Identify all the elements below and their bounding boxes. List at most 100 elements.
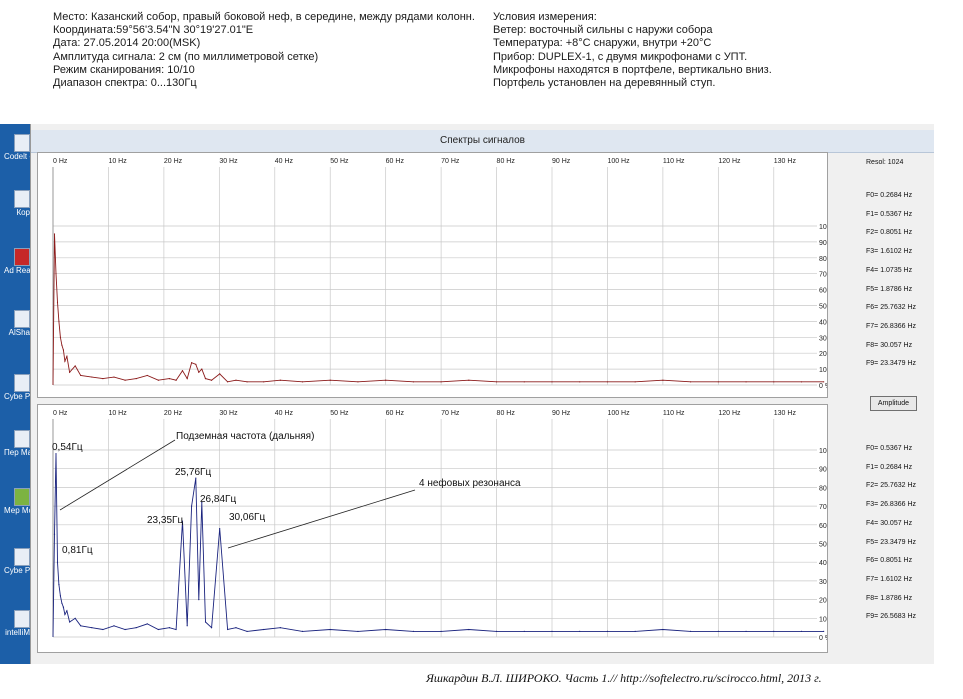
spectrum-point: [227, 628, 229, 631]
x-tick-label: 70 Hz: [441, 158, 460, 165]
spectrum-point: [219, 527, 221, 530]
spectrum-point: [579, 381, 581, 383]
spectrum-point: [606, 381, 609, 383]
y-tick-label: 50 %: [819, 304, 827, 311]
spectrum-point: [662, 379, 664, 381]
spectrum-point: [102, 378, 104, 380]
annotation-label: Подземная частота (дальняя): [176, 431, 315, 442]
annotation-label: 25,76Гц: [175, 467, 212, 478]
desktop-icon-app[interactable]: Мер Мос: [4, 488, 30, 515]
spectrum-point: [168, 378, 171, 380]
spectrum-point: [66, 610, 68, 612]
spectrum-point: [634, 381, 636, 383]
spectrum-point: [168, 627, 171, 629]
desktop-icon-pdf[interactable]: Ad Read: [4, 248, 30, 275]
recycle-bin-icon: [14, 190, 30, 208]
spectrum-point: [157, 628, 159, 631]
x-tick-label: 30 Hz: [219, 158, 238, 165]
x-tick-label: 110 Hz: [663, 410, 685, 417]
y-tick-label: 100 %: [819, 448, 827, 455]
spectrum-point: [59, 336, 62, 338]
desktop-icon-app[interactable]: AlSha: [4, 310, 30, 337]
application-icon: [14, 548, 30, 566]
desktop-icon-app[interactable]: intelliM: [4, 610, 30, 637]
spectrum-point: [186, 625, 188, 627]
spectrum-point: [198, 371, 200, 373]
spectrum-point: [210, 379, 213, 381]
condition-line: Портфель установлен на деревянный ступ.: [493, 77, 716, 90]
x-tick-label: 120 Hz: [718, 410, 741, 417]
spectrum-point: [66, 355, 68, 357]
x-tick-label: 70 Hz: [441, 410, 460, 417]
spectrum-point: [263, 628, 265, 631]
condition-line: Прибор: DUPLEX-1, с двумя микрофонами с …: [493, 50, 748, 63]
spectrum-point: [301, 630, 304, 632]
spectrum-point: [495, 630, 498, 632]
x-tick-label: 110 Hz: [663, 158, 685, 165]
spectrum-point: [146, 374, 148, 377]
spectrum-point: [80, 625, 82, 627]
x-tick-label: 40 Hz: [275, 410, 294, 417]
x-tick-label: 80 Hz: [497, 410, 516, 417]
spectrum-point: [74, 365, 76, 367]
info-line: Режим сканирования: 10/10: [53, 63, 195, 76]
spectrum-point: [385, 628, 387, 631]
spectrum-point: [634, 630, 636, 632]
x-tick-label: 20 Hz: [164, 158, 183, 165]
spectrum-point: [61, 344, 63, 346]
y-tick-label: 50 %: [819, 542, 827, 549]
peak-frequency: F8= 1.8786 Hz: [866, 594, 913, 602]
spectrum-point: [146, 623, 148, 625]
spectrum-point: [263, 381, 265, 383]
spectrum-point: [175, 628, 177, 631]
x-tick-label: 50 Hz: [330, 410, 349, 417]
spectrum-point: [219, 373, 221, 375]
annotation-label: 0,54Гц: [52, 442, 83, 453]
x-tick-label: 0 Hz: [53, 410, 68, 417]
spectrum-point: [191, 362, 193, 364]
spectrum-point: [745, 381, 747, 383]
spectrum-point: [235, 627, 237, 629]
x-tick-label: 10 Hz: [108, 410, 127, 417]
desktop-icon-app[interactable]: Cybe Power: [4, 374, 30, 401]
spectrum-point: [195, 363, 197, 365]
amplitude-button[interactable]: Amplitude: [870, 396, 917, 411]
x-tick-label: 60 Hz: [386, 158, 405, 165]
spectrum-point: [357, 381, 359, 383]
spectrum-point: [246, 630, 248, 632]
desktop-icon-app[interactable]: Cybe Power: [4, 548, 30, 575]
spectrum-point: [495, 381, 498, 383]
spectrum-point: [468, 628, 470, 631]
spectrum-point: [468, 379, 470, 381]
x-tick-label: 90 Hz: [552, 410, 571, 417]
spectrum-line: [52, 233, 824, 386]
spectrum-point: [800, 381, 803, 383]
y-tick-label: 60 %: [819, 523, 827, 530]
desktop-icon-document[interactable]: Codelt - Rp: [4, 134, 30, 161]
spectrum-point: [53, 533, 56, 535]
peak-frequency: F9= 23.3479 Hz: [866, 360, 917, 368]
spectrum-point: [823, 381, 825, 383]
y-tick-label: 30 %: [819, 579, 827, 586]
spectrum-point: [175, 379, 177, 381]
spectrum-point: [124, 628, 126, 631]
spectrum-point: [579, 630, 581, 632]
spectrum-point: [690, 630, 692, 632]
spectrum-point: [91, 627, 93, 629]
application-icon: [14, 310, 30, 328]
spectrum-point: [186, 378, 188, 380]
peak-frequency: F5= 23.3479 Hz: [866, 538, 917, 546]
spectrum-point: [204, 378, 207, 380]
spectrum-point: [279, 379, 281, 381]
spectrum-point: [64, 613, 66, 616]
spectrum-point: [773, 381, 775, 383]
spectrum-point: [201, 368, 203, 370]
footer-citation: Яшкардин В.Л. ШИРОКО. Часть 1.// http://…: [426, 671, 822, 685]
x-tick-label: 0 Hz: [53, 158, 68, 165]
spectrum-point: [102, 628, 104, 631]
spectrum-point: [357, 630, 359, 632]
desktop-icon-app[interactable]: Пер Мане: [4, 430, 30, 457]
y-tick-label: 10 %: [819, 616, 827, 623]
spectrum-point: [59, 595, 62, 597]
desktop-icon-recycle-bin[interactable]: Кор: [4, 190, 30, 217]
